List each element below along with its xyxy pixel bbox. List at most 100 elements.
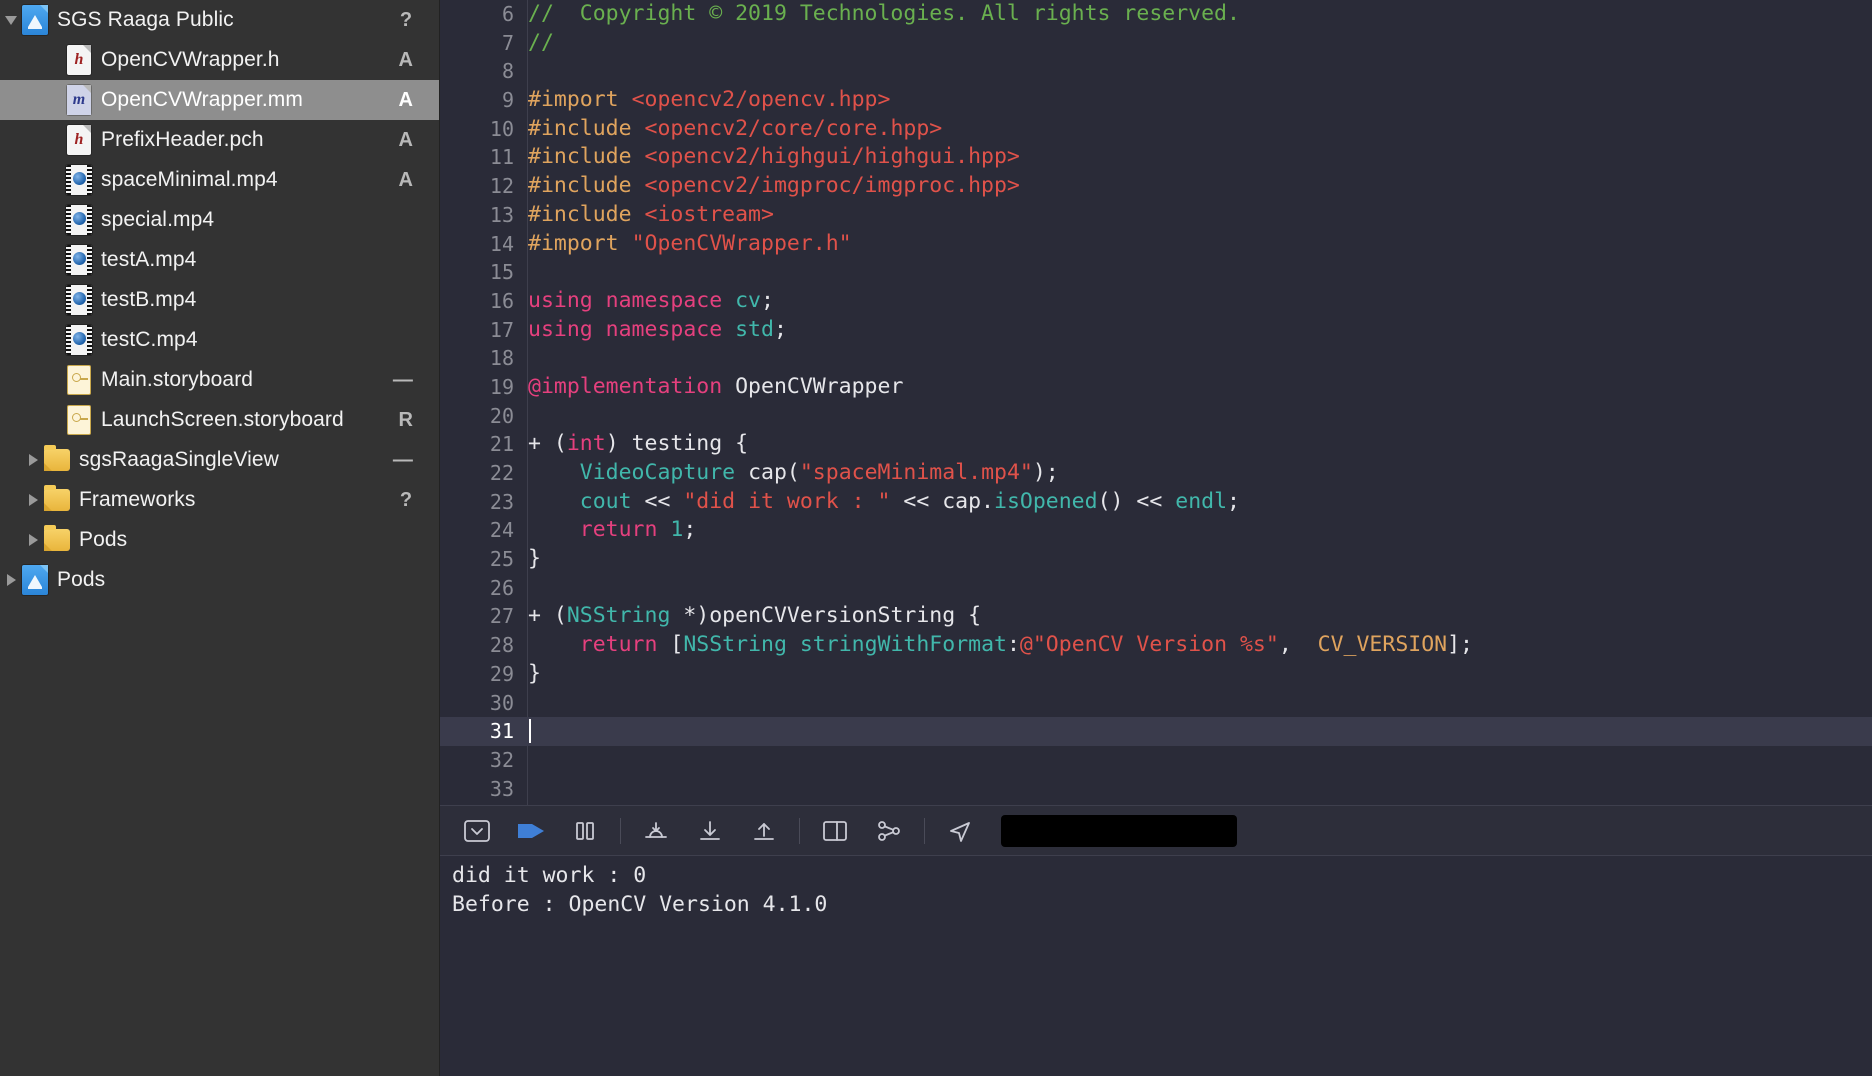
- code-line-text: #include <iostream>: [528, 201, 774, 230]
- line-number: 22: [489, 461, 514, 485]
- chevron-right-icon[interactable]: [22, 494, 44, 506]
- line-number: 31: [489, 719, 514, 744]
- step-out-button[interactable]: [737, 811, 791, 851]
- code-line[interactable]: 13 #include <iostream>: [440, 201, 1872, 230]
- code-line[interactable]: 14 #import "OpenCVWrapper.h": [440, 230, 1872, 259]
- debug-view-hierarchy-button[interactable]: [808, 811, 862, 851]
- code-line[interactable]: 9 #import <opencv2/opencv.hpp>: [440, 86, 1872, 115]
- pause-button[interactable]: [558, 811, 612, 851]
- debug-toolbar[interactable]: [440, 805, 1872, 855]
- hide-debug-area-icon: [464, 819, 490, 842]
- code-token: int: [566, 431, 606, 457]
- code-line[interactable]: 30: [440, 689, 1872, 718]
- navigator-row[interactable]: LaunchScreen.storyboard R: [0, 400, 439, 440]
- code-token: return: [579, 517, 658, 543]
- chevron-right-icon[interactable]: [22, 534, 44, 546]
- code-line[interactable]: 23 cout << "did it work : " << cap.isOpe…: [440, 488, 1872, 517]
- navigator-row[interactable]: m OpenCVWrapper.mm A: [0, 80, 439, 120]
- text-cursor: [529, 719, 531, 744]
- code-token: endl: [1175, 488, 1228, 514]
- code-line[interactable]: 29}: [440, 660, 1872, 689]
- navigator-row[interactable]: h PrefixHeader.pch A: [0, 120, 439, 160]
- chevron-down-icon[interactable]: [0, 15, 22, 25]
- code-lines[interactable]: 6 // Copyright © 2019 Technologies. All r…: [440, 0, 1872, 805]
- step-over-button[interactable]: [629, 811, 683, 851]
- code-token: #include: [528, 144, 645, 170]
- navigator-row[interactable]: testB.mp4: [0, 280, 439, 320]
- code-line[interactable]: 18: [440, 344, 1872, 373]
- code-line[interactable]: 15: [440, 258, 1872, 287]
- navigator-row[interactable]: sgsRaagaSingleView —: [0, 440, 439, 480]
- code-token: <iostream>: [644, 201, 774, 227]
- console-line: did it work : 0: [452, 863, 647, 888]
- code-line[interactable]: 20: [440, 402, 1872, 431]
- console-output[interactable]: did it work : 0 Before : OpenCV Version 4…: [440, 855, 1872, 1076]
- code-line[interactable]: 10 #include <opencv2/core/core.hpp>: [440, 115, 1872, 144]
- step-into-button[interactable]: [683, 811, 737, 851]
- code-token: ];: [1447, 632, 1473, 658]
- code-line[interactable]: 28 return [NSString stringWithFormat:@"O…: [440, 631, 1872, 660]
- project-navigator[interactable]: SGS Raaga Public? h OpenCVWrapper.h Am OpenC…: [0, 0, 440, 1076]
- navigator-row[interactable]: Pods: [0, 520, 439, 560]
- code-line[interactable]: 21 + (int) testing {: [440, 430, 1872, 459]
- navigator-row-status: ?: [399, 8, 413, 31]
- code-line[interactable]: 11 #include <opencv2/highgui/highgui.hpp>: [440, 143, 1872, 172]
- code-line[interactable]: 27 + (NSString *)openCVVersionString {: [440, 602, 1872, 631]
- navigator-row-status: ?: [399, 488, 413, 511]
- debug-memory-graph-button[interactable]: [862, 811, 916, 851]
- code-token: *)openCVVersionString {: [670, 603, 982, 629]
- source-code-editor[interactable]: 6 // Copyright © 2019 Technologies. All r…: [440, 0, 1872, 805]
- code-line[interactable]: 6 // Copyright © 2019 Technologies. All r…: [440, 0, 1872, 29]
- chevron-right-icon[interactable]: [22, 454, 44, 466]
- navigator-row[interactable]: Main.storyboard —: [0, 360, 439, 400]
- line-number: 21: [489, 432, 514, 457]
- chevron-right-icon[interactable]: [0, 574, 22, 586]
- code-line[interactable]: 32: [440, 746, 1872, 775]
- line-number: 19: [489, 374, 514, 399]
- continue-button[interactable]: [504, 811, 558, 851]
- navigator-row-label: OpenCVWrapper.h: [101, 48, 280, 71]
- hide-debug-area-button[interactable]: [450, 811, 504, 851]
- folder-icon: [44, 485, 70, 515]
- code-line[interactable]: 24 return 1;: [440, 516, 1872, 545]
- line-number: 18: [489, 346, 514, 371]
- line-number: 13: [489, 202, 514, 227]
- navigator-row[interactable]: testA.mp4: [0, 240, 439, 280]
- navigator-row[interactable]: SGS Raaga Public?: [0, 0, 439, 40]
- navigator-row-label: testA.mp4: [101, 248, 197, 271]
- code-token: stringWithFormat: [799, 632, 1007, 658]
- code-line[interactable]: 19 @implementation OpenCVWrapper: [440, 373, 1872, 402]
- code-line[interactable]: 33: [440, 775, 1872, 804]
- line-number: 15: [489, 260, 514, 285]
- code-token: return: [579, 632, 658, 658]
- line-number: 25: [489, 547, 514, 572]
- code-line[interactable]: 31: [440, 717, 1872, 746]
- simulate-location-button[interactable]: [933, 811, 987, 851]
- line-number: 20: [489, 403, 514, 428]
- navigator-row[interactable]: spaceMinimal.mp4 A: [0, 160, 439, 200]
- debug-stack-field[interactable]: [1001, 814, 1237, 847]
- code-line[interactable]: 26: [440, 574, 1872, 603]
- movie-file-icon: [66, 205, 92, 235]
- navigator-row[interactable]: h OpenCVWrapper.h A: [0, 40, 439, 80]
- pause-icon: [574, 820, 596, 842]
- navigator-row[interactable]: Frameworks?: [0, 480, 439, 520]
- code-line[interactable]: 16 using namespace cv;: [440, 287, 1872, 316]
- code-line-text: using namespace cv;: [528, 287, 774, 316]
- code-line[interactable]: 17 using namespace std;: [440, 316, 1872, 345]
- folder-icon: [44, 445, 70, 475]
- code-line[interactable]: 12 #include <opencv2/imgproc/imgproc.hpp>: [440, 172, 1872, 201]
- code-line[interactable]: 22 VideoCapture cap("spaceMinimal.mp4");: [440, 459, 1872, 488]
- code-line[interactable]: 7 //: [440, 29, 1872, 58]
- navigator-row[interactable]: testC.mp4: [0, 320, 439, 360]
- navigator-row[interactable]: special.mp4: [0, 200, 439, 240]
- code-line[interactable]: 25}: [440, 545, 1872, 574]
- step-into-icon: [698, 820, 722, 842]
- code-line[interactable]: 8: [440, 57, 1872, 86]
- navigator-row[interactable]: Pods: [0, 560, 439, 600]
- code-line[interactable]: 34: [440, 803, 1872, 805]
- code-token: ;: [761, 287, 774, 313]
- movie-file-icon: [66, 165, 92, 195]
- toolbar-separator: [924, 817, 925, 844]
